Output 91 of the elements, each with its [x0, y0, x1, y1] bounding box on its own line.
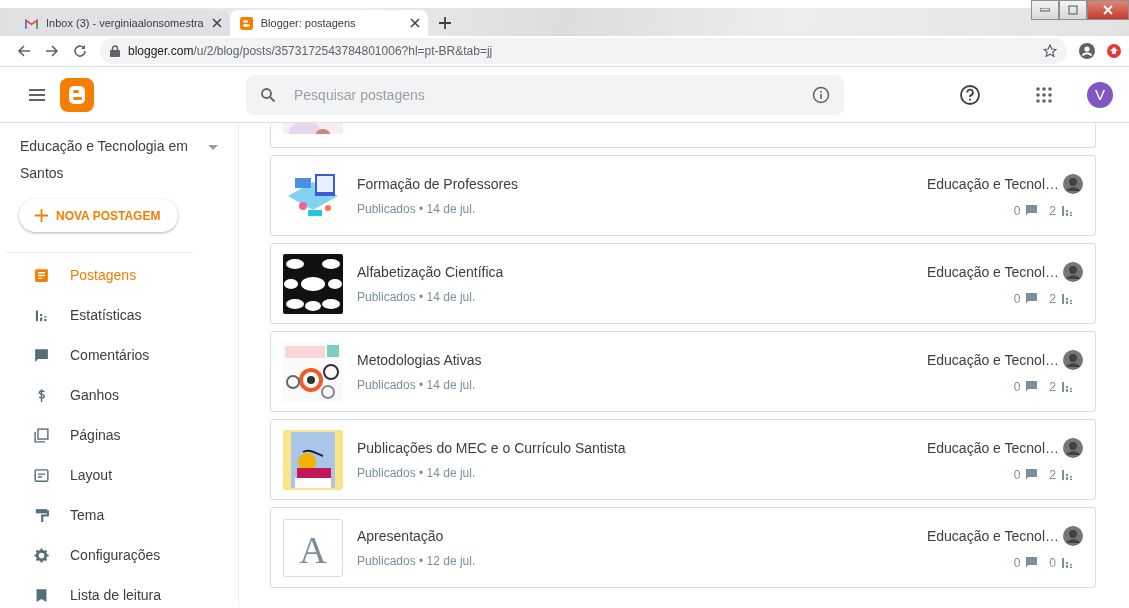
sidebar-item[interactable]: Estatísticas — [0, 295, 238, 335]
post-title[interactable]: Metodologias Ativas — [357, 351, 927, 368]
stats-icon — [1062, 293, 1073, 304]
theme-icon — [33, 506, 50, 524]
stats-icon — [1062, 205, 1073, 216]
account-icon[interactable] — [1079, 43, 1095, 59]
dropdown-caret-icon[interactable] — [208, 145, 218, 151]
view-count: 2 — [1049, 467, 1056, 482]
browser-tab[interactable]: Inbox (3) - verginiaalonsomestra — [15, 10, 230, 36]
blog-name[interactable]: Educação e Tecnologia em Santos — [20, 133, 190, 187]
author-name: Educação e Tecnol… — [926, 439, 1059, 456]
settings-icon — [33, 546, 50, 564]
post-card[interactable]: Metodologias Ativas Publicados • 14 de jul. Educação e Tecnol… 0 2 — [270, 331, 1096, 412]
sidebar-item[interactable]: Lista de leitura — [0, 575, 238, 607]
post-card[interactable]: A Apresentação Publicados • 12 de jul. Educação e Tecnol… 0 0 — [270, 507, 1096, 588]
post-status: Publicados • 14 de jul. — [357, 465, 477, 480]
post-status: Publicados • 14 de jul. — [357, 201, 477, 216]
stats-icon — [1062, 557, 1073, 568]
post-title[interactable]: Publicações do MEC e o Currículo Santista — [357, 439, 927, 456]
pages-icon — [33, 426, 50, 444]
user-avatar[interactable]: V — [1087, 81, 1113, 108]
post-card[interactable]: Alfabetização Científica Publicados • 14 de jul. Educação e Tecnol… 0 2 — [270, 243, 1096, 324]
comment-icon — [1026, 557, 1038, 568]
plus-icon — [35, 209, 48, 222]
comment-count: 0 — [1013, 203, 1021, 218]
sidebar-item[interactable]: Layout — [0, 455, 238, 495]
post-title[interactable]: Apresentação — [357, 527, 927, 544]
search-icon — [260, 86, 276, 103]
comment-count: 0 — [1013, 291, 1021, 306]
close-button[interactable] — [1087, 0, 1129, 20]
reload-icon[interactable] — [72, 43, 88, 59]
post-title[interactable]: Formação de Professores — [357, 175, 927, 192]
help-icon[interactable] — [959, 83, 981, 106]
close-icon[interactable] — [211, 18, 222, 28]
blogger-icon — [239, 16, 253, 30]
author-name: Educação e Tecnol… — [926, 527, 1059, 544]
lock-icon — [110, 45, 120, 57]
view-count: 2 — [1049, 379, 1056, 394]
sidebar-item[interactable]: Configurações — [0, 535, 238, 575]
post-card[interactable]: Formação de Professores Publicados • 14 de jul. Educação e Tecnol… 0 2 — [270, 155, 1096, 236]
layout-icon — [33, 466, 50, 484]
forward-icon[interactable] — [44, 43, 60, 59]
author-name: Educação e Tecnol… — [926, 263, 1059, 280]
post-status: Publicados • 14 de jul. — [357, 377, 477, 392]
mail-icon — [25, 16, 38, 30]
sidebar-item[interactable]: Ganhos — [0, 375, 238, 415]
browser-tab[interactable]: Blogger: postagens — [229, 10, 428, 36]
comment-icon — [1026, 293, 1038, 304]
author-name: Educação e Tecnol… — [926, 175, 1059, 192]
close-icon — [1102, 5, 1114, 15]
comment-count: 0 — [1013, 555, 1021, 570]
stats-icon — [1062, 469, 1073, 480]
post-status: Publicados • 14 de jul. — [357, 289, 477, 304]
author-name: Educação e Tecnol… — [926, 351, 1059, 368]
address-bar[interactable]: blogger.com/u/2/blog/posts/3573172543784801006?hl=pt-BR&tab=jj — [100, 38, 1067, 64]
info-icon[interactable] — [812, 85, 830, 104]
comment-icon — [1026, 469, 1038, 480]
comments-icon — [33, 346, 50, 364]
blogger-logo[interactable] — [60, 77, 94, 112]
letter-thumbnail: A — [283, 518, 343, 577]
comment-icon — [1026, 205, 1038, 216]
view-count: 2 — [1049, 291, 1056, 306]
sidebar-item[interactable]: Tema — [0, 495, 238, 535]
view-count: 2 — [1049, 203, 1056, 218]
author-avatar-icon — [1063, 349, 1083, 370]
comment-count: 0 — [1013, 379, 1021, 394]
restore-button[interactable] — [1059, 0, 1087, 20]
back-icon[interactable] — [16, 43, 32, 59]
author-avatar-icon — [1063, 173, 1083, 194]
comment-icon — [1026, 381, 1038, 392]
search-bar[interactable]: Pesquisar postagens — [246, 74, 844, 115]
minimize-icon — [1040, 8, 1050, 12]
comment-count: 0 — [1013, 467, 1021, 482]
extension-icon[interactable] — [1107, 44, 1121, 58]
author-avatar-icon — [1063, 437, 1083, 458]
post-card[interactable]: Publicações do MEC e o Currículo Santista Publicados • 14 de jul. Educação e Tecnol… 0 2 — [270, 419, 1096, 500]
minimize-button[interactable] — [1031, 0, 1059, 20]
posts-icon — [33, 266, 50, 284]
sidebar-item[interactable]: Comentários — [0, 335, 238, 375]
star-icon[interactable] — [1043, 44, 1057, 58]
new-tab-icon[interactable] — [437, 16, 452, 30]
close-icon[interactable] — [409, 18, 420, 28]
post-title[interactable]: Alfabetização Científica — [357, 263, 927, 280]
post-status: Publicados • 12 de jul. — [357, 553, 477, 568]
sidebar-item[interactable]: Páginas — [0, 415, 238, 455]
stats-icon — [1062, 381, 1073, 392]
author-avatar-icon — [1063, 525, 1083, 546]
search-field[interactable]: Pesquisar postagens — [292, 85, 796, 104]
author-avatar-icon — [1063, 261, 1083, 282]
view-count: 0 — [1049, 555, 1056, 570]
restore-icon — [1068, 5, 1078, 15]
